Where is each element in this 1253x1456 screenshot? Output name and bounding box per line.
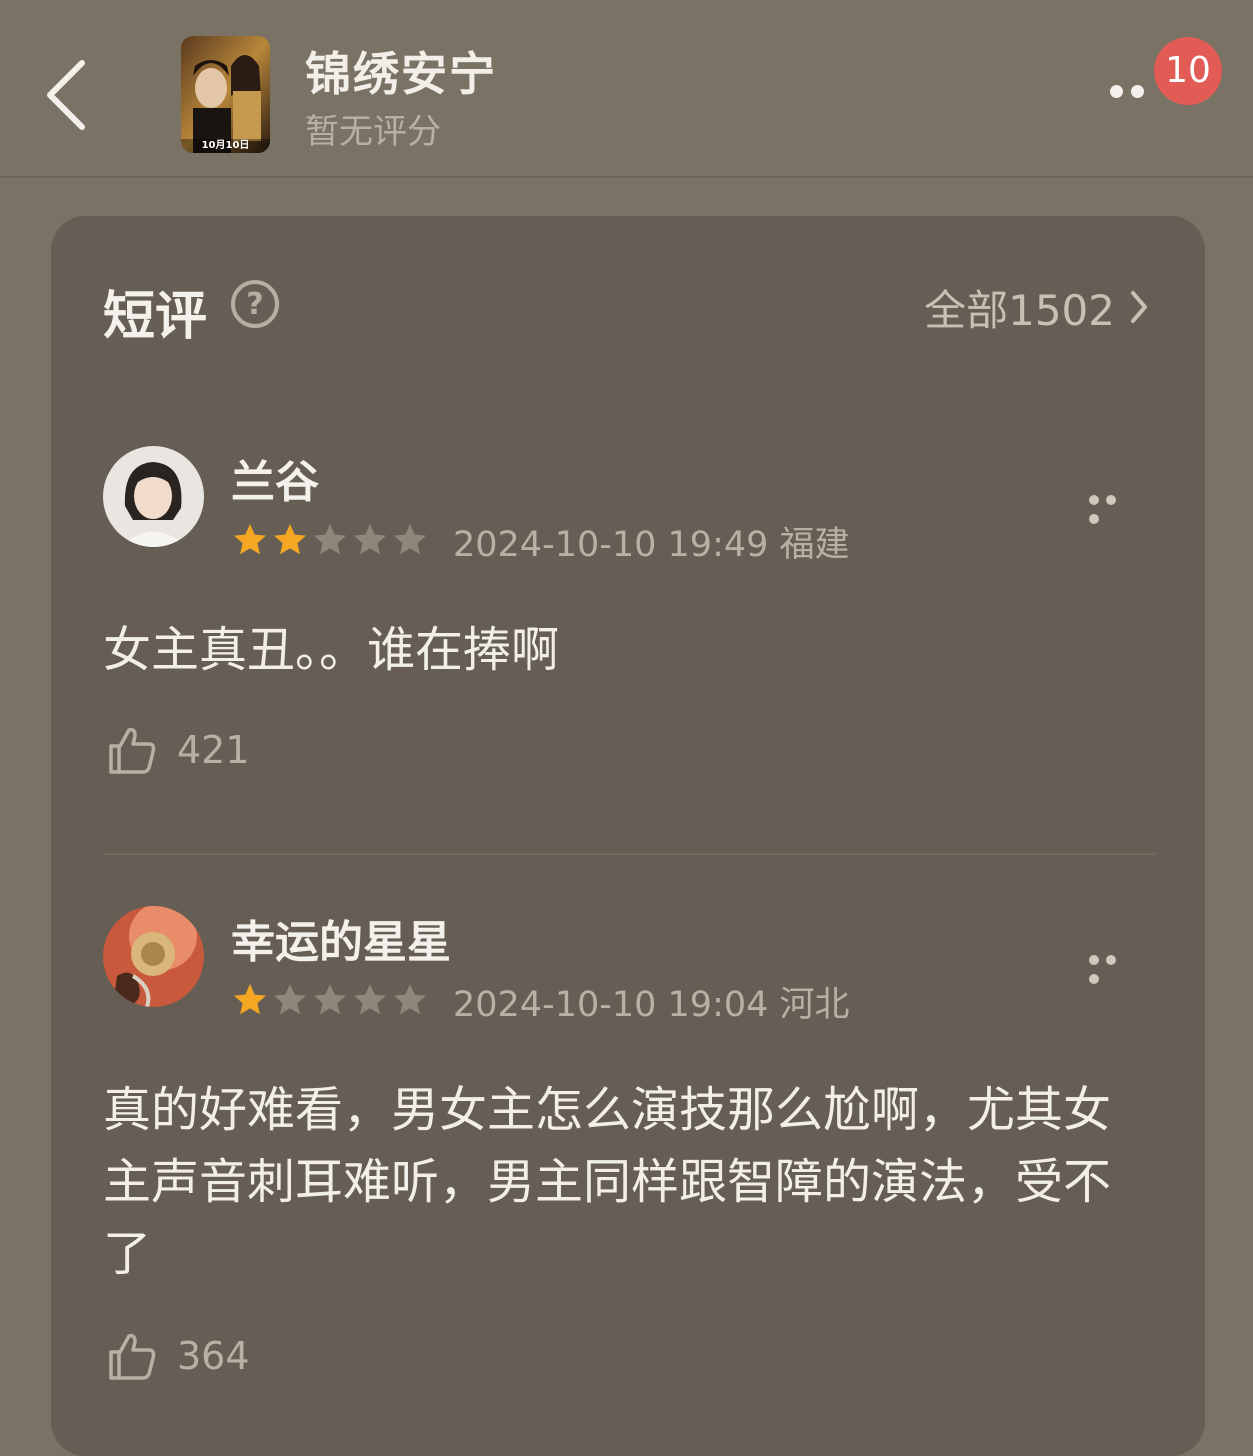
view-all-link[interactable]: 全部1502: [924, 282, 1149, 335]
star-rating: [231, 982, 431, 1018]
notification-badge: 10: [1154, 37, 1222, 105]
username[interactable]: 兰谷: [231, 446, 319, 510]
star-empty-icon: [274, 984, 306, 1015]
view-all-label: 全部1502: [924, 285, 1115, 335]
star-rating: [231, 522, 431, 558]
more-options-icon[interactable]: [1089, 490, 1139, 524]
review-meta: 2024-10-10 19:49 福建: [453, 525, 850, 565]
star-empty-icon: [314, 524, 346, 555]
review-item: 幸运的星星 2024-10-10 19:04 河北 真的好难看，男女主怎么演技那…: [103, 906, 1155, 1406]
top-nav-bar: 10月10日 锦绣安宁 暂无评分 10: [0, 0, 1253, 178]
more-options-icon[interactable]: [1089, 950, 1139, 984]
like-count: 421: [177, 728, 250, 772]
avatar-image: [103, 446, 204, 547]
avatar-image: [103, 906, 204, 1007]
show-poster[interactable]: 10月10日: [181, 36, 270, 153]
section-title: 短评: [103, 287, 208, 347]
star-empty-icon: [394, 984, 426, 1015]
thumbs-up-icon: [109, 727, 156, 774]
review-meta: 2024-10-10 19:04 河北: [453, 985, 850, 1025]
more-options-icon[interactable]: [1110, 83, 1158, 103]
poster-date-label: 10月10日: [181, 139, 270, 153]
review-text: 真的好难看，男女主怎么演技那么尬啊，尤其女主声音刺耳难听，男主同样跟智障的演法，…: [103, 1082, 1112, 1282]
star-empty-icon: [354, 984, 386, 1015]
like-button[interactable]: 364: [107, 1330, 250, 1382]
star-empty-icon: [354, 524, 386, 555]
avatar[interactable]: [103, 906, 204, 1007]
star-empty-icon: [394, 524, 426, 555]
avatar[interactable]: [103, 446, 204, 547]
star-filled-icon: [234, 524, 266, 555]
show-title: 锦绣安宁: [305, 47, 497, 101]
divider: [103, 853, 1155, 855]
review-text: 女主真丑。。谁在捧啊: [103, 622, 560, 678]
short-review-card: 短评 ? 全部1502 兰谷 2024-10-10 19:49 福建 女主真丑。…: [51, 216, 1205, 1456]
chevron-right-icon: [1131, 291, 1147, 323]
star-empty-icon: [314, 984, 346, 1015]
thumbs-up-icon: [109, 1333, 156, 1380]
back-arrow-icon[interactable]: [40, 55, 96, 135]
star-filled-icon: [234, 984, 266, 1015]
rating-status: 暂无评分: [305, 112, 441, 152]
review-item: 兰谷 2024-10-10 19:49 福建 女主真丑。。谁在捧啊 421: [103, 446, 1155, 774]
username[interactable]: 幸运的星星: [231, 906, 451, 970]
help-question-icon[interactable]: ?: [231, 280, 279, 328]
star-filled-icon: [274, 524, 306, 555]
like-button[interactable]: 421: [107, 724, 250, 776]
poster-image: [181, 36, 270, 153]
like-count: 364: [177, 1334, 250, 1378]
